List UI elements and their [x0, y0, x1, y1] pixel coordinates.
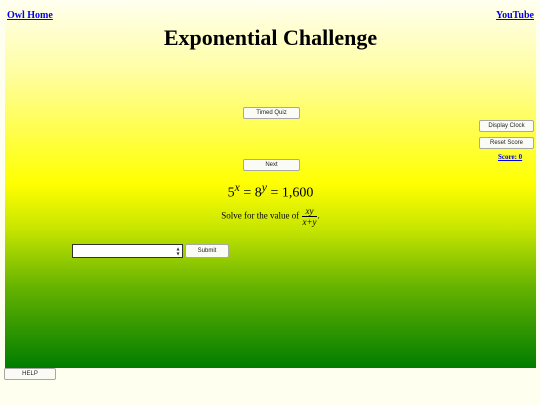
reset-score-button[interactable]: Reset Score [479, 137, 534, 149]
fraction-numerator: xy [302, 206, 317, 217]
equation-value: 1,600 [281, 185, 314, 201]
equals-sign: = [243, 185, 255, 201]
fraction-denominator: x+y [302, 217, 317, 227]
spin-down-icon[interactable]: ▼ [176, 251, 179, 256]
exponent-b: y [261, 181, 267, 194]
youtube-link[interactable]: YouTube [496, 10, 534, 21]
quiz-stage: Owl Home YouTube Exponential Challenge T… [5, 0, 536, 368]
answer-input[interactable] [73, 245, 177, 257]
answer-field[interactable]: ▲ ▼ [72, 244, 183, 258]
page-title: Exponential Challenge [163, 25, 378, 50]
base-a: 5 [227, 185, 235, 201]
equation: 5x = 8y = 1,600 [5, 181, 536, 202]
question-period: . [317, 210, 320, 221]
target-fraction: xy x+y [302, 206, 317, 227]
owl-home-link[interactable]: Owl Home [7, 10, 53, 21]
equals-sign: = [270, 185, 282, 201]
question-prompt: Solve for the value of [221, 210, 300, 221]
base-b: 8 [254, 185, 262, 201]
number-stepper[interactable]: ▲ ▼ [174, 245, 182, 257]
help-button[interactable]: HELP [4, 368, 56, 380]
timed-quiz-button[interactable]: Timed Quiz [243, 107, 300, 119]
next-button[interactable]: Next [243, 159, 300, 171]
submit-button[interactable]: Submit [185, 244, 229, 258]
score-display[interactable]: Score: 0 [498, 153, 522, 161]
exponent-a: x [234, 181, 240, 194]
question: Solve for the value of xy x+y . [5, 206, 536, 227]
display-clock-button[interactable]: Display Clock [479, 120, 534, 132]
